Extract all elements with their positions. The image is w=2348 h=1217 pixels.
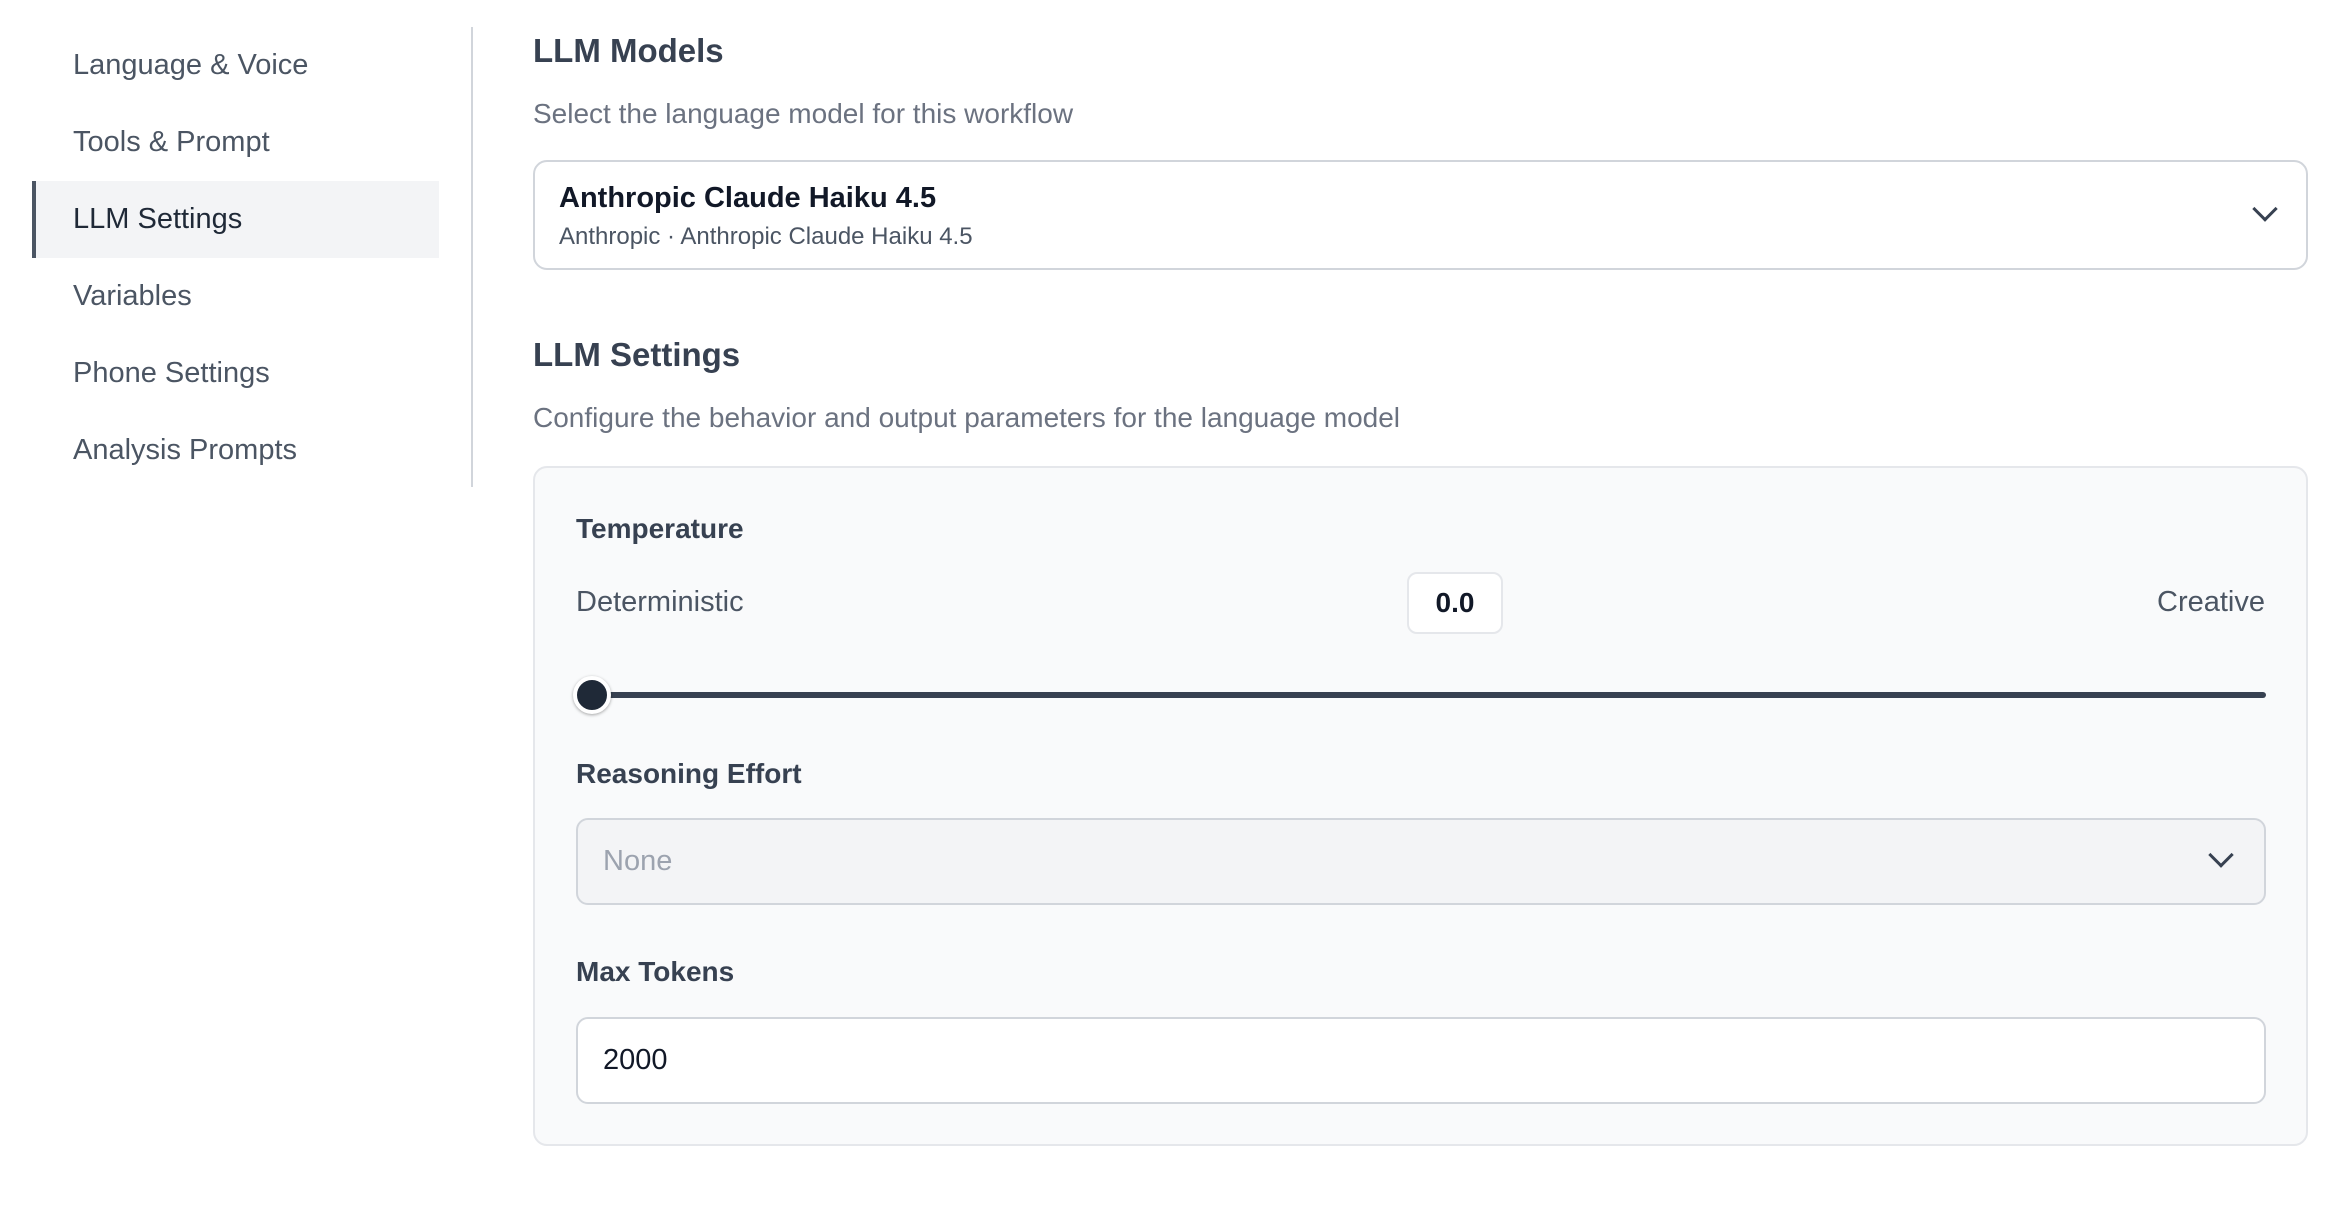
sidebar-item-label: Tools & Prompt	[73, 126, 270, 158]
sidebar-item-tools-prompt[interactable]: Tools & Prompt	[32, 104, 439, 181]
sidebar-item-label: Language & Voice	[73, 49, 309, 81]
sidebar-item-label: Variables	[73, 280, 192, 312]
sidebar-item-variables[interactable]: Variables	[32, 258, 439, 335]
max-tokens-input[interactable]	[576, 1017, 2266, 1104]
llm-settings-panel: Temperature Deterministic 0.0 Creative R…	[533, 466, 2308, 1146]
temperature-slider[interactable]	[573, 674, 2266, 714]
sidebar-item-label: LLM Settings	[73, 203, 243, 235]
chevron-down-icon	[2208, 842, 2234, 868]
reasoning-effort-label: Reasoning Effort	[576, 758, 802, 789]
settings-page: Language & Voice Tools & Prompt LLM Sett…	[0, 0, 2348, 1217]
sidebar-item-label: Analysis Prompts	[73, 434, 298, 466]
sidebar-item-analysis-prompts[interactable]: Analysis Prompts	[32, 412, 439, 489]
llm-settings-description: Configure the behavior and output parame…	[533, 402, 1401, 433]
temperature-min-label: Deterministic	[576, 586, 744, 618]
temperature-value-badge: 0.0	[1407, 572, 1503, 634]
slider-track	[576, 692, 2266, 698]
settings-sidebar: Language & Voice Tools & Prompt LLM Sett…	[32, 27, 473, 487]
llm-models-description: Select the language model for this workf…	[533, 98, 1074, 129]
reasoning-effort-value: None	[603, 845, 673, 877]
sidebar-item-language-voice[interactable]: Language & Voice	[32, 27, 439, 104]
max-tokens-label: Max Tokens	[576, 956, 735, 987]
selected-model-subtitle: Anthropic · Anthropic Claude Haiku 4.5	[559, 223, 973, 250]
llm-settings-title: LLM Settings	[533, 336, 741, 373]
temperature-label: Temperature	[576, 513, 744, 544]
selected-model-name: Anthropic Claude Haiku 4.5	[559, 182, 937, 214]
llm-models-title: LLM Models	[533, 32, 724, 69]
sidebar-item-llm-settings[interactable]: LLM Settings	[32, 181, 439, 258]
reasoning-effort-select[interactable]: None	[576, 818, 2266, 905]
temperature-max-label: Creative	[2157, 586, 2265, 618]
sidebar-item-label: Phone Settings	[73, 357, 270, 389]
slider-thumb[interactable]	[573, 676, 611, 714]
sidebar-item-phone-settings[interactable]: Phone Settings	[32, 335, 439, 412]
model-select-dropdown[interactable]: Anthropic Claude Haiku 4.5 Anthropic · A…	[533, 160, 2308, 270]
